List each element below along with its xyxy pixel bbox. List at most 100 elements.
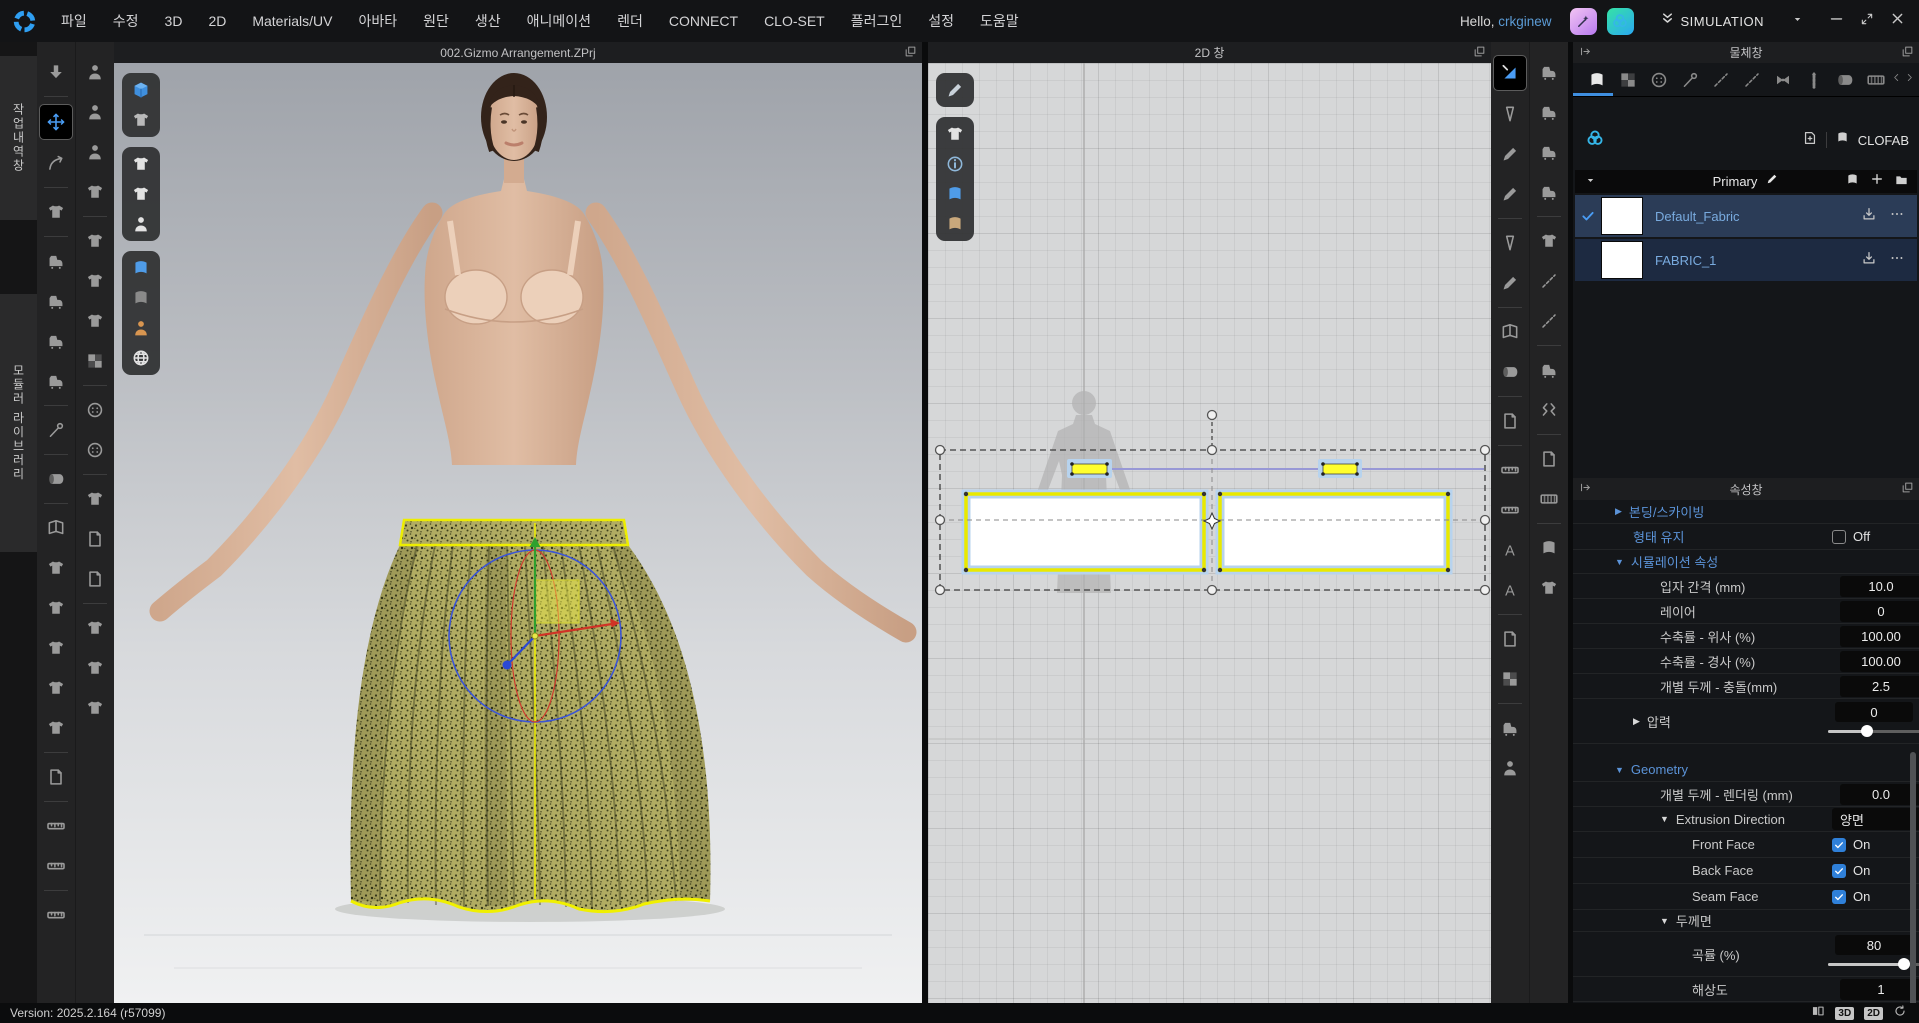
show-avatar-icon[interactable]	[129, 212, 153, 236]
shirt-flat-icon[interactable]	[80, 221, 110, 261]
view-cube-icon[interactable]	[129, 78, 153, 102]
menu-생산[interactable]: 생산	[462, 0, 514, 42]
zipper-tab-icon[interactable]	[1798, 67, 1829, 93]
collapse-arrow-icon[interactable]: ▼	[1660, 814, 1669, 824]
edit-point-icon[interactable]	[1495, 134, 1525, 174]
pin-garment-icon[interactable]	[129, 182, 153, 206]
slider-control[interactable]	[1828, 958, 1919, 970]
fabric-front-2d-icon[interactable]	[943, 182, 967, 206]
sidebar-tab-modular-library[interactable]: 모듈러 라이브러리	[0, 294, 37, 552]
restore-icon[interactable]	[1860, 12, 1874, 31]
folder-icon[interactable]	[1894, 172, 1909, 192]
value-input[interactable]: 1	[1840, 979, 1919, 1000]
sewing-machine-icon[interactable]	[41, 241, 71, 281]
grade-icon[interactable]	[1495, 450, 1525, 490]
waistband-pattern-left[interactable]	[1067, 459, 1112, 478]
seam-book-icon[interactable]	[1495, 312, 1525, 352]
edit-pattern-icon[interactable]	[1495, 94, 1525, 134]
menu-원단[interactable]: 원단	[410, 0, 462, 42]
save-icon[interactable]	[1861, 206, 1877, 227]
show-globe-icon[interactable]	[129, 346, 153, 370]
collapse-arrow-icon[interactable]: ▼	[1615, 557, 1624, 567]
value-input[interactable]: 10.0	[1840, 576, 1919, 597]
puckering-tab-icon[interactable]	[1767, 67, 1798, 93]
sidebar-tab-history[interactable]: 작업내역창	[0, 56, 37, 220]
collapse-arrow-icon[interactable]: ▼	[1615, 765, 1624, 775]
menu-materials-uv[interactable]: Materials/UV	[239, 0, 345, 42]
fabric-swatch[interactable]	[1601, 241, 1643, 279]
tab-prev-icon[interactable]	[1891, 70, 1902, 88]
transform-pattern-icon[interactable]	[1493, 55, 1527, 91]
property-row-수축률-경사-[interactable]: 수축률 - 경사 (%)100.00	[1573, 649, 1919, 674]
detail-sew-icon[interactable]	[1534, 172, 1564, 212]
close-icon[interactable]	[1890, 11, 1905, 31]
fabric-back-icon[interactable]	[129, 286, 153, 310]
fabric-tab-icon[interactable]	[1581, 67, 1612, 93]
fitter-person-machine-icon[interactable]	[41, 361, 71, 401]
cut-sew-icon[interactable]	[1495, 708, 1525, 748]
clofab-label[interactable]: CLOFAB	[1858, 133, 1909, 148]
collapse-arrow-icon[interactable]: ▼	[1660, 916, 1669, 926]
shirt-dots-icon[interactable]	[80, 261, 110, 301]
blouse-drape-icon[interactable]	[41, 708, 71, 748]
menu-파일[interactable]: 파일	[48, 0, 100, 42]
popout-icon[interactable]	[904, 45, 917, 61]
more-icon[interactable]	[1889, 250, 1905, 271]
pencil-icon[interactable]	[1765, 172, 1779, 191]
pattern-sheet-icon[interactable]	[80, 519, 110, 559]
pattern-canvas[interactable]	[928, 63, 1491, 1003]
trace-icon[interactable]	[1495, 263, 1525, 303]
shirt-pose-icon[interactable]	[80, 172, 110, 212]
shirt-pair-icon[interactable]	[41, 588, 71, 628]
fabric-item-FABRIC_1[interactable]: FABRIC_1	[1575, 239, 1917, 281]
menu-clo-set[interactable]: CLO-SET	[751, 0, 838, 42]
show-mannequin-icon[interactable]	[129, 316, 153, 340]
menu-수정[interactable]: 수정	[100, 0, 152, 42]
fabric-front-icon[interactable]	[129, 256, 153, 280]
refresh-icon[interactable]	[1893, 1004, 1907, 1023]
skirt-3d[interactable]	[351, 520, 711, 912]
trim-tab-icon[interactable]	[1829, 67, 1860, 93]
shirt-lift-icon[interactable]	[80, 608, 110, 648]
checker-map-icon[interactable]	[80, 341, 110, 381]
shirt-drape-icon[interactable]	[41, 192, 71, 232]
walk-pose-icon[interactable]	[80, 132, 110, 172]
dropdown-select[interactable]: 양면	[1832, 808, 1919, 830]
value-input[interactable]: 0.0	[1840, 784, 1919, 805]
property-row-개별-두께-렌더링-mm-[interactable]: 개별 두께 - 렌더링 (mm)0.0	[1573, 782, 1919, 807]
popout-icon[interactable]	[1901, 45, 1914, 61]
property-row-해상도[interactable]: 해상도1	[1573, 977, 1919, 1002]
property-row-입자-간격-mm-[interactable]: 입자 간격 (mm)10.0	[1573, 574, 1919, 599]
stitch-edit-icon[interactable]	[1534, 261, 1564, 301]
info-2d-icon[interactable]	[943, 152, 967, 176]
gizmo-plane-handle[interactable]	[535, 580, 579, 623]
slider-value-input[interactable]: 80	[1835, 935, 1913, 955]
garment-2d-icon[interactable]	[943, 122, 967, 146]
slider-value-input[interactable]: 0	[1835, 702, 1913, 722]
fabric-roll-icon[interactable]	[41, 459, 71, 499]
collapse-panel-icon[interactable]	[1579, 481, 1592, 497]
tab-next-icon[interactable]	[1904, 70, 1915, 88]
pattern-lift-2d-icon[interactable]	[1495, 401, 1525, 441]
expand-arrow-icon[interactable]: ▶	[1615, 506, 1622, 517]
property-row-형태-유지[interactable]: 형태 유지Off	[1573, 524, 1919, 550]
property-row-seam-face[interactable]: Seam FaceOn	[1573, 884, 1919, 910]
stitch-tab-icon[interactable]	[1705, 67, 1736, 93]
menu-아바타[interactable]: 아바타	[345, 0, 410, 42]
vest-refresh-icon[interactable]	[41, 668, 71, 708]
menu-connect[interactable]: CONNECT	[656, 0, 751, 42]
menu-2d[interactable]: 2D	[195, 0, 239, 42]
spring-elastic-icon[interactable]	[1534, 390, 1564, 430]
clo-knot-icon[interactable]	[1607, 8, 1634, 35]
property-scrollbar[interactable]	[1910, 752, 1916, 1023]
property-row-레이어[interactable]: 레이어0	[1573, 599, 1919, 624]
value-input[interactable]: 2.5	[1840, 676, 1919, 697]
popout-icon[interactable]	[1473, 45, 1486, 61]
pin-tab-icon[interactable]	[1674, 67, 1705, 93]
fabric-tan-2d-icon[interactable]	[943, 212, 967, 236]
text-style-icon[interactable]: A	[1495, 570, 1525, 610]
unfold-roll-icon[interactable]	[1495, 352, 1525, 392]
curve-measure-icon[interactable]	[41, 806, 71, 846]
menu-애니메이션[interactable]: 애니메이션	[514, 0, 604, 42]
dart-icon[interactable]	[1495, 223, 1525, 263]
